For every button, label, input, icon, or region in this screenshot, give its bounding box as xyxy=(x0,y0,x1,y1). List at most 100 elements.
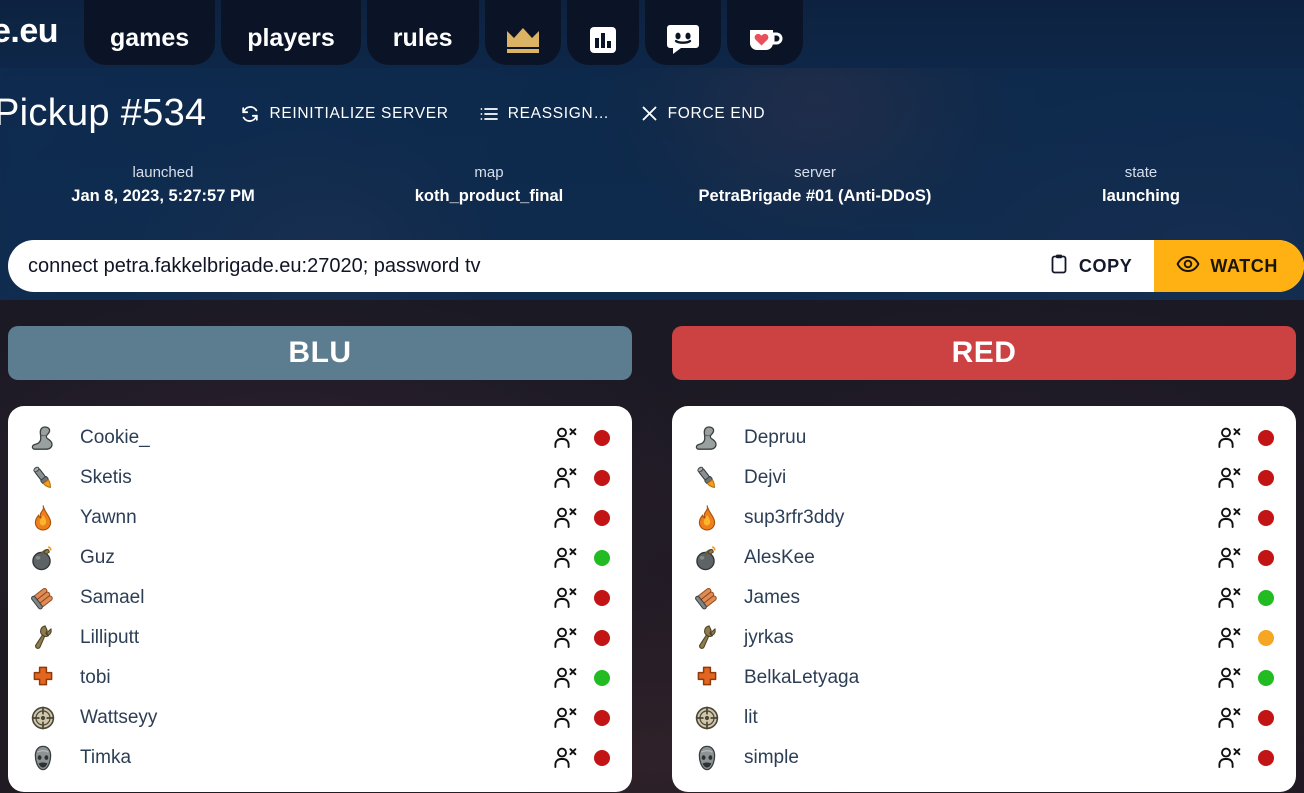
player-name[interactable]: Wattseyy xyxy=(80,707,552,729)
status-dot xyxy=(1258,710,1274,726)
kick-player-icon[interactable] xyxy=(552,586,578,610)
player-row[interactable]: sup3rfr3ddy xyxy=(672,498,1296,538)
meta-label: map xyxy=(474,164,504,181)
player-row[interactable]: tobi xyxy=(8,658,632,698)
kick-player-icon[interactable] xyxy=(552,706,578,730)
kick-player-icon[interactable] xyxy=(1216,466,1242,490)
player-name[interactable]: Dejvi xyxy=(744,467,1216,489)
player-row[interactable]: lit xyxy=(672,698,1296,738)
kick-player-icon[interactable] xyxy=(1216,426,1242,450)
player-row[interactable]: Dejvi xyxy=(672,458,1296,498)
player-row[interactable]: jyrkas xyxy=(672,618,1296,658)
team-label: RED xyxy=(951,336,1017,369)
kick-player-icon[interactable] xyxy=(552,466,578,490)
action-label: REINITIALIZE SERVER xyxy=(269,104,449,122)
status-dot xyxy=(1258,470,1274,486)
player-name[interactable]: jyrkas xyxy=(744,627,1216,649)
player-row[interactable]: Guz xyxy=(8,538,632,578)
meta-label: state xyxy=(1124,164,1158,181)
player-name[interactable]: lit xyxy=(744,707,1216,729)
player-name[interactable]: James xyxy=(744,587,1216,609)
player-row[interactable]: Lilliputt xyxy=(8,618,632,658)
nav-tab-label: games xyxy=(110,24,190,52)
class-icon-medic xyxy=(26,663,60,693)
player-name[interactable]: Depruu xyxy=(744,427,1216,449)
player-row[interactable]: simple xyxy=(672,738,1296,778)
player-row[interactable]: Wattseyy xyxy=(8,698,632,738)
nav-tab-players[interactable]: players xyxy=(221,0,361,65)
connect-string[interactable]: connect petra.fakkelbrigade.eu:27020; pa… xyxy=(8,255,1027,278)
nav-tab-stats-chart-icon[interactable] xyxy=(566,0,639,65)
kick-player-icon[interactable] xyxy=(1216,666,1242,690)
action-reassign[interactable]: REASSIGN… xyxy=(479,105,610,123)
player-row[interactable]: Samael xyxy=(8,578,632,618)
nav-tab-coffee-heart-icon[interactable] xyxy=(726,0,803,65)
player-row[interactable]: Sketis xyxy=(8,458,632,498)
action-label: FORCE END xyxy=(667,104,766,122)
meta-state: state launching xyxy=(978,164,1304,206)
class-icon-spy xyxy=(26,743,60,773)
nav-tab-crown-icon[interactable] xyxy=(484,0,561,65)
kick-player-icon[interactable] xyxy=(1216,506,1242,530)
player-row[interactable]: James xyxy=(672,578,1296,618)
player-row[interactable]: BelkaLetyaga xyxy=(672,658,1296,698)
player-name[interactable]: tobi xyxy=(80,667,552,689)
player-name[interactable]: AlesKee xyxy=(744,547,1216,569)
nav-tab-rules[interactable]: rules xyxy=(366,0,479,65)
status-dot xyxy=(594,470,610,486)
player-row[interactable]: Cookie_ xyxy=(8,418,632,458)
copy-button[interactable]: COPY xyxy=(1026,240,1155,292)
kick-player-icon[interactable] xyxy=(552,506,578,530)
kick-player-icon[interactable] xyxy=(552,626,578,650)
player-row[interactable]: Yawnn xyxy=(8,498,632,538)
class-icon-engineer xyxy=(690,623,724,653)
connect-bar[interactable]: connect petra.fakkelbrigade.eu:27020; pa… xyxy=(8,240,1304,292)
status-dot xyxy=(594,670,610,686)
player-row[interactable]: Depruu xyxy=(672,418,1296,458)
title-row: Pickup #534 REINITIALIZE SERVER REASSIGN…… xyxy=(0,92,1304,135)
player-name[interactable]: Sketis xyxy=(80,467,552,489)
class-icon-spy xyxy=(690,743,724,773)
page-title: Pickup #534 xyxy=(0,92,207,134)
team-banner-blu[interactable]: BLU xyxy=(8,326,632,380)
player-name[interactable]: Cookie_ xyxy=(80,427,552,449)
class-icon-engineer xyxy=(26,623,60,653)
header-actions: REINITIALIZE SERVER REASSIGN… FORCE END xyxy=(240,104,765,124)
kick-player-icon[interactable] xyxy=(552,666,578,690)
kick-player-icon[interactable] xyxy=(1216,626,1242,650)
action-force-end[interactable]: FORCE END xyxy=(640,104,766,123)
player-name[interactable]: simple xyxy=(744,747,1216,769)
kick-player-icon[interactable] xyxy=(1216,546,1242,570)
kick-player-icon[interactable] xyxy=(552,546,578,570)
nav-tab-games[interactable]: games xyxy=(84,0,216,65)
player-name[interactable]: Samael xyxy=(80,587,552,609)
player-name[interactable]: sup3rfr3ddy xyxy=(744,507,1216,529)
player-name[interactable]: BelkaLetyaga xyxy=(744,667,1216,689)
nav-tab-discord-icon[interactable] xyxy=(644,0,721,65)
class-icon-medic xyxy=(690,663,724,693)
class-icon-pyro xyxy=(690,503,724,533)
kick-player-icon[interactable] xyxy=(1216,586,1242,610)
action-reinitialize-server[interactable]: REINITIALIZE SERVER xyxy=(240,104,448,124)
meta-server: server PetraBrigade #01 (Anti-DDoS) xyxy=(652,164,978,206)
kick-player-icon[interactable] xyxy=(1216,746,1242,770)
class-icon-demoman xyxy=(690,543,724,573)
site-logo[interactable]: e.eu xyxy=(0,12,59,51)
kick-player-icon[interactable] xyxy=(552,746,578,770)
watch-button[interactable]: WATCH xyxy=(1154,240,1304,292)
player-name[interactable]: Lilliputt xyxy=(80,627,552,649)
roster-blu: Cookie_ Sketis Yawnn Guz Samael Lilliputt tobi… xyxy=(8,406,632,792)
status-dot xyxy=(594,710,610,726)
kick-player-icon[interactable] xyxy=(1216,706,1242,730)
kick-player-icon[interactable] xyxy=(552,426,578,450)
meta-label: server xyxy=(794,164,836,181)
eye-icon xyxy=(1176,254,1200,279)
player-row[interactable]: Timka xyxy=(8,738,632,778)
player-row[interactable]: AlesKee xyxy=(672,538,1296,578)
player-name[interactable]: Yawnn xyxy=(80,507,552,529)
status-dot xyxy=(1258,630,1274,646)
team-banner-red[interactable]: RED xyxy=(672,326,1296,380)
player-name[interactable]: Timka xyxy=(80,747,552,769)
status-dot xyxy=(594,630,610,646)
player-name[interactable]: Guz xyxy=(80,547,552,569)
